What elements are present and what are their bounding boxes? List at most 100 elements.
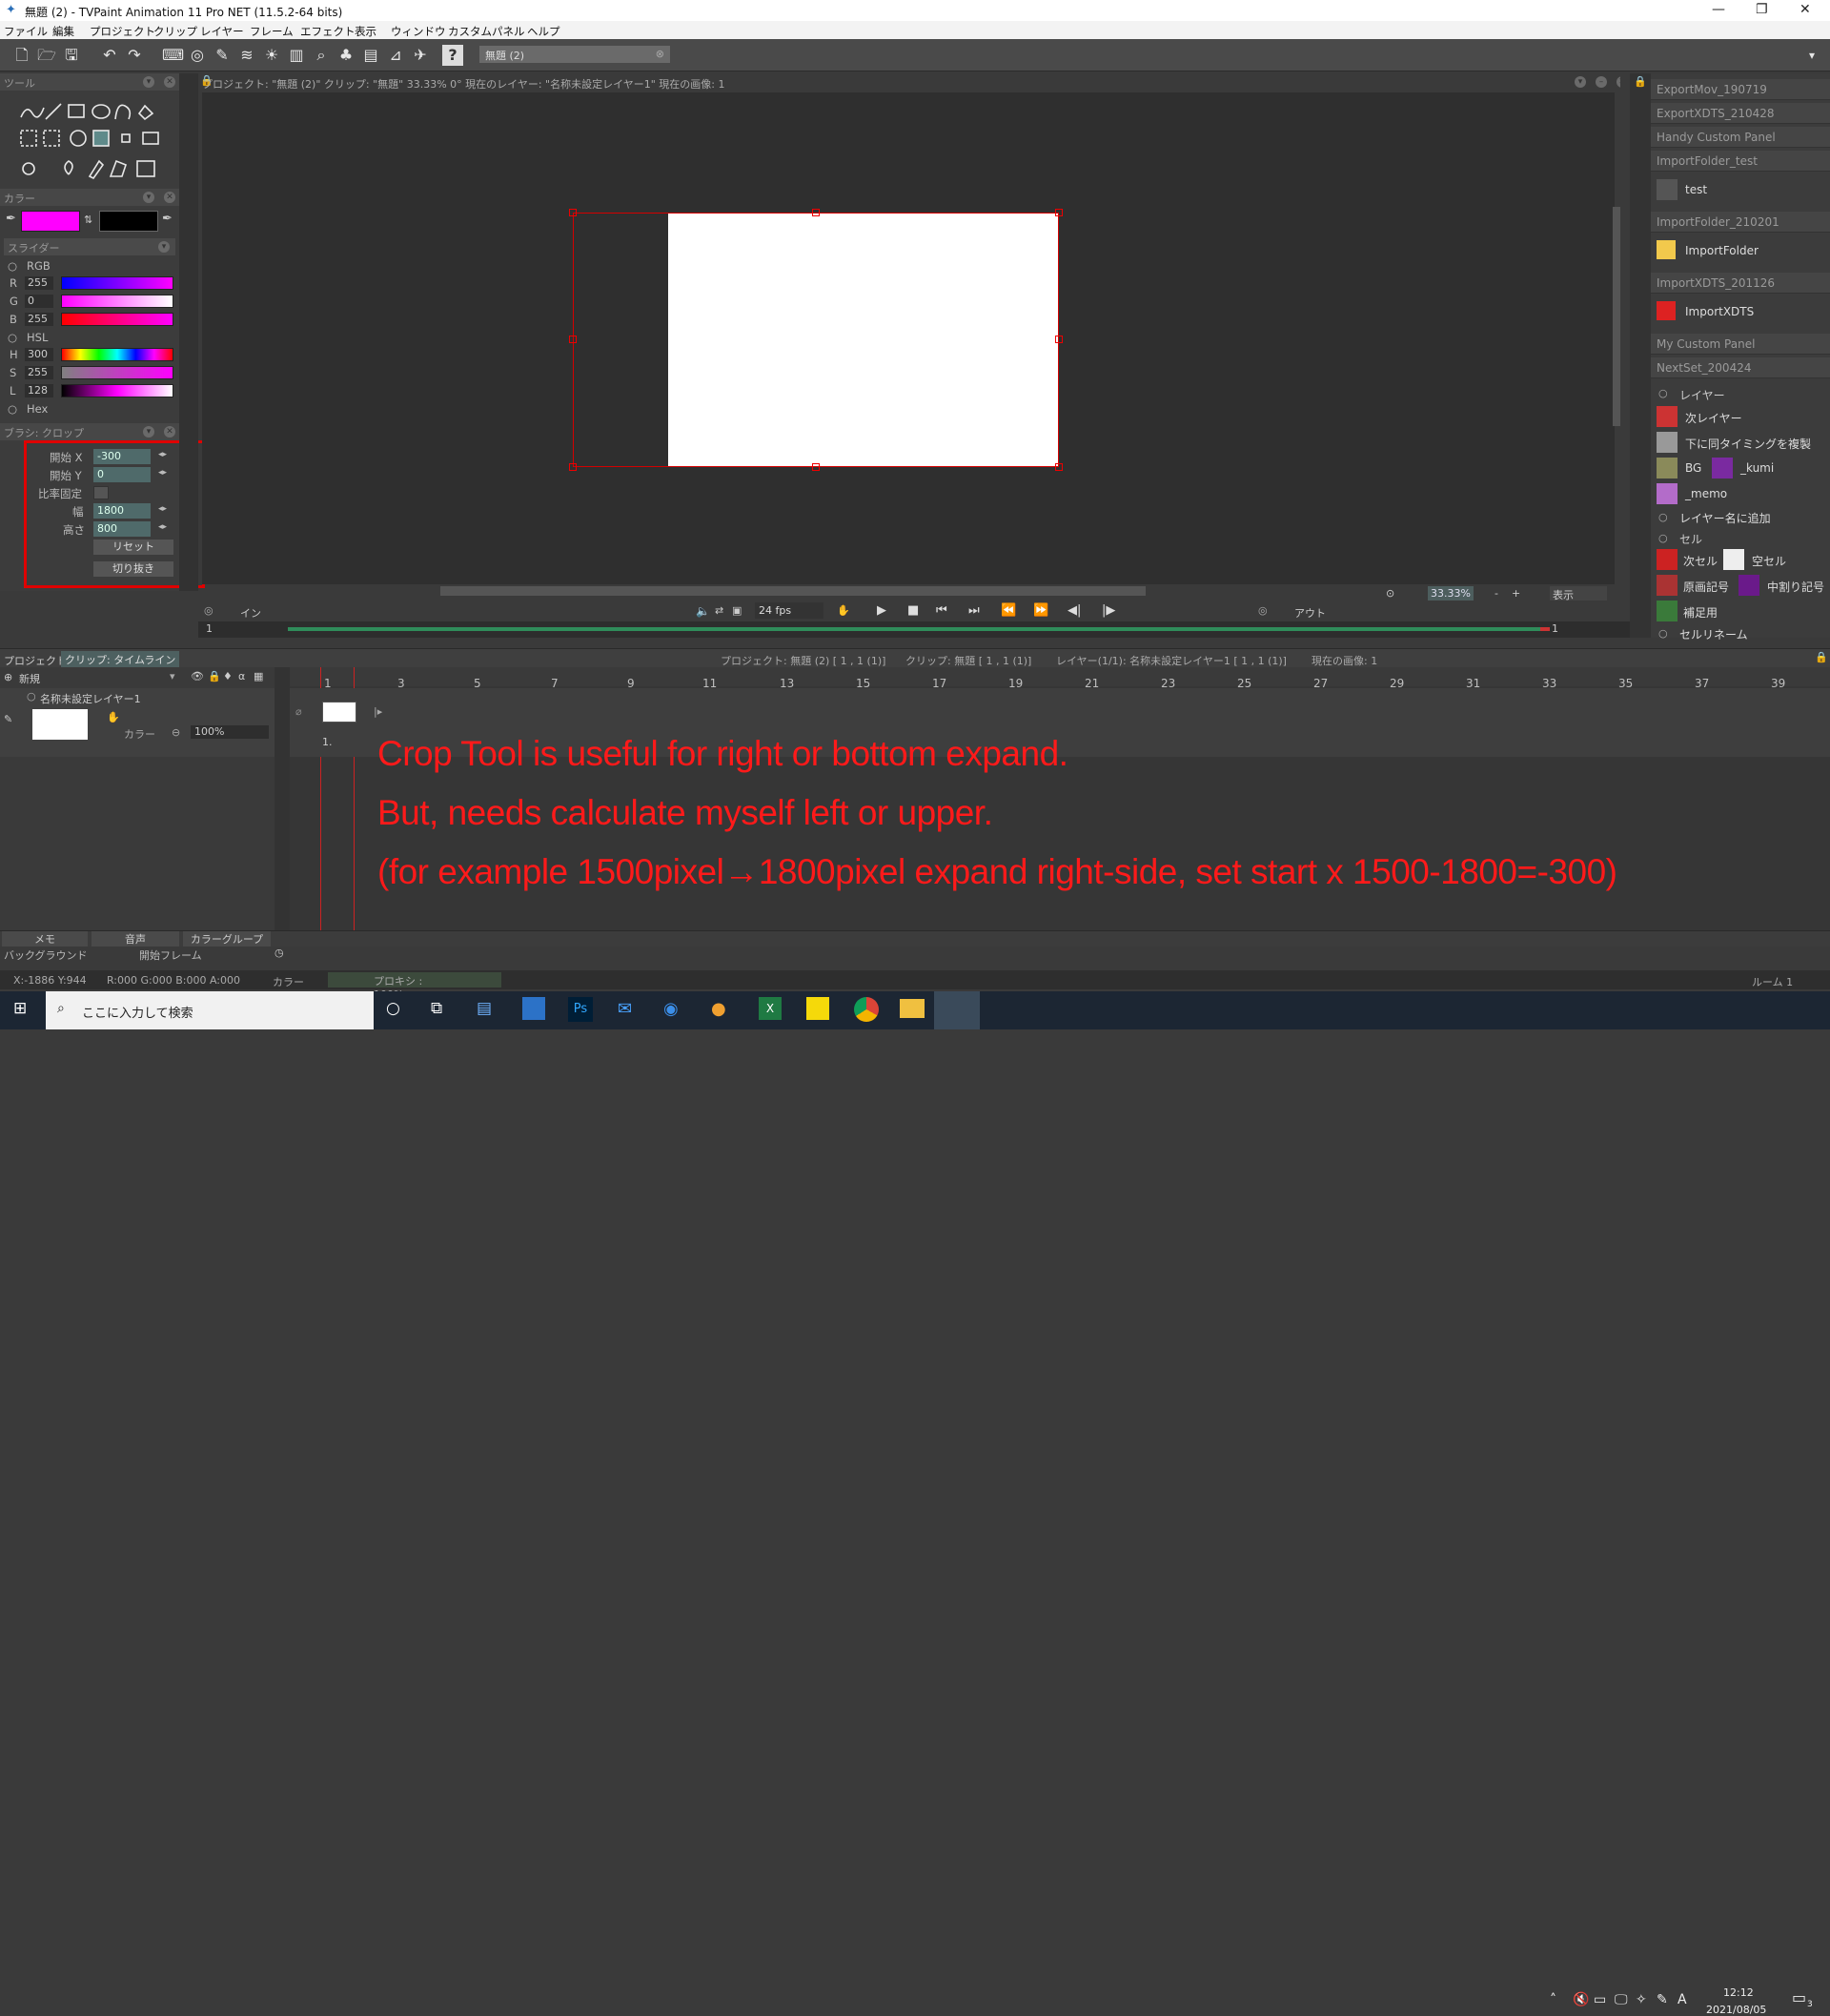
right-splitter[interactable]: 🔒	[1630, 73, 1651, 638]
stop-icon[interactable]: ■	[907, 603, 919, 618]
minimize-panel-icon[interactable]: –	[1596, 76, 1607, 88]
radio-icon[interactable]: ○	[27, 690, 36, 703]
menu-edit[interactable]: 編集	[52, 24, 74, 39]
add-layer-name-button[interactable]: レイヤー名に追加	[1679, 510, 1771, 526]
radio-icon[interactable]: ○	[8, 259, 17, 273]
prev-frame-icon[interactable]: ◀|	[1068, 603, 1081, 618]
rotate-icon[interactable]: ⊙	[1386, 587, 1394, 600]
close-icon[interactable]: ✕	[1800, 2, 1811, 17]
next-cel-button[interactable]: 次セル	[1683, 553, 1718, 569]
menu-window[interactable]: ウィンドウ	[391, 24, 446, 39]
crop-handle[interactable]	[1055, 463, 1063, 471]
empty-cel-icon[interactable]	[1723, 549, 1744, 570]
next-layer-button[interactable]: 次レイヤー	[1685, 410, 1742, 426]
kumi-icon[interactable]	[1712, 458, 1733, 479]
vertical-scrollbar[interactable]	[1613, 207, 1620, 426]
clear-icon[interactable]: ⊗	[656, 48, 664, 60]
cel-thumbnail[interactable]	[322, 702, 356, 723]
project-selector[interactable]: 無題 (2) ⊗	[479, 46, 670, 63]
radio-icon[interactable]: ○	[1658, 627, 1668, 640]
out-radio-icon[interactable]: ◎	[1258, 604, 1268, 617]
nakawari-icon[interactable]	[1738, 575, 1759, 596]
wacom-icon[interactable]: ✎	[1657, 1992, 1668, 2007]
slider-value-l[interactable]: 128	[25, 384, 53, 397]
hotei-icon[interactable]	[1657, 601, 1678, 621]
eyedropper-icon[interactable]: ✒	[162, 212, 173, 226]
network-icon[interactable]: 🖵	[1615, 1992, 1628, 2007]
zoom-out-icon[interactable]: -	[1494, 587, 1498, 600]
last-frame-icon[interactable]: ⏭	[968, 603, 980, 618]
menu-custom-panel[interactable]: カスタムパネル	[448, 24, 525, 39]
collapse-icon[interactable]: ▾	[143, 76, 154, 88]
radio-icon[interactable]: ○	[1658, 511, 1668, 523]
empty-cel-button[interactable]: 空セル	[1752, 553, 1786, 569]
fps-select[interactable]: 24 fps	[755, 602, 824, 619]
crop-frame[interactable]	[573, 213, 1059, 467]
loop-icon[interactable]: ⇄	[715, 604, 723, 617]
menu-file[interactable]: ファイル	[4, 24, 48, 39]
eye-icon[interactable]: 👁	[191, 670, 204, 682]
cel-end-icon[interactable]: |▸	[374, 705, 382, 718]
dropbox-icon[interactable]: ✧	[1636, 1992, 1647, 2007]
list-splitter[interactable]	[274, 667, 290, 930]
dup-timing-icon[interactable]	[1657, 432, 1678, 453]
importfolder-button[interactable]: ImportFolder	[1685, 244, 1759, 257]
test-icon[interactable]	[1657, 179, 1678, 200]
menu-clip[interactable]: クリップ	[153, 24, 197, 39]
bg-button[interactable]: BG	[1685, 461, 1701, 475]
clock-time[interactable]: 12:12	[1723, 1986, 1754, 1999]
tab-audio[interactable]: 音声	[92, 931, 179, 947]
lock-icon[interactable]: 🔒	[1815, 651, 1828, 663]
tab-clip-timeline[interactable]: クリップ: タイムライン	[61, 651, 180, 668]
chrome-icon[interactable]	[854, 997, 879, 1022]
grid-icon[interactable]: ▦	[254, 670, 263, 682]
tray-chevron-icon[interactable]: ˄	[1550, 1992, 1556, 2007]
redo-icon[interactable]: ↷	[124, 45, 145, 66]
tab-color-group[interactable]: カラーグループ	[183, 931, 271, 947]
send-icon[interactable]: ✈	[410, 45, 431, 66]
range-bar[interactable]	[288, 627, 1540, 631]
slider-value-b[interactable]: 255	[25, 313, 53, 326]
volume-mute-icon[interactable]: 🔇	[1573, 1992, 1589, 2007]
dup-timing-button[interactable]: 下に同タイミングを複製	[1685, 436, 1811, 452]
blend-icon[interactable]: ✋	[107, 711, 120, 723]
dropdown-icon[interactable]: ▾	[170, 670, 175, 682]
frame-icon[interactable]: ▣	[732, 604, 742, 617]
radio-icon[interactable]: ○	[1658, 387, 1668, 399]
crop-handle[interactable]	[1055, 209, 1063, 216]
new-file-icon[interactable]: 🗋	[11, 45, 32, 66]
play-icon[interactable]: ▶	[877, 603, 886, 618]
secondary-color-swatch[interactable]	[99, 211, 158, 232]
sound-icon[interactable]: 🔈	[696, 604, 710, 618]
keyboard-icon[interactable]: ⌨	[162, 45, 184, 66]
slider-bar-h[interactable]	[61, 348, 173, 361]
crop-handle[interactable]	[1055, 336, 1063, 343]
clock-icon[interactable]: ◷	[274, 947, 284, 959]
save-icon[interactable]: 🖫	[61, 45, 82, 66]
hotei-button[interactable]: 補足用	[1683, 604, 1718, 621]
panel-importxdts[interactable]: ImportXDTS_201126	[1651, 273, 1830, 294]
color-wheel-icon[interactable]: ◎	[187, 45, 208, 66]
hand-icon[interactable]: ✋	[837, 604, 850, 617]
first-frame-icon[interactable]: ⏮	[936, 603, 947, 618]
crop-handle[interactable]	[812, 209, 820, 216]
mail-icon[interactable]: ✉	[618, 999, 632, 1019]
memo-button[interactable]: _memo	[1685, 487, 1727, 500]
help-icon[interactable]: ?	[442, 45, 463, 66]
room-selector[interactable]: ルーム 1	[1752, 974, 1793, 989]
cortana-icon[interactable]: ○	[386, 999, 400, 1018]
prev-key-icon[interactable]: ⏪	[1001, 603, 1016, 618]
xdts-icon[interactable]	[1657, 301, 1676, 320]
view-select[interactable]: 表示	[1550, 586, 1607, 601]
tab-memo[interactable]: メモ	[2, 931, 88, 947]
radio-icon[interactable]: ○	[1658, 532, 1668, 544]
photos-icon[interactable]	[522, 997, 545, 1020]
layers-icon[interactable]: ≋	[236, 45, 257, 66]
next-key-icon[interactable]: ⏩	[1033, 603, 1048, 618]
panel-nextset[interactable]: NextSet_200424	[1651, 357, 1830, 378]
collapse-icon[interactable]: ▾	[158, 241, 170, 253]
canvas-viewport[interactable]	[202, 92, 1620, 596]
menu-effect[interactable]: エフェクト	[300, 24, 356, 39]
collapse-icon[interactable]: ▾	[143, 426, 154, 438]
genga-button[interactable]: 原画記号	[1683, 579, 1729, 595]
